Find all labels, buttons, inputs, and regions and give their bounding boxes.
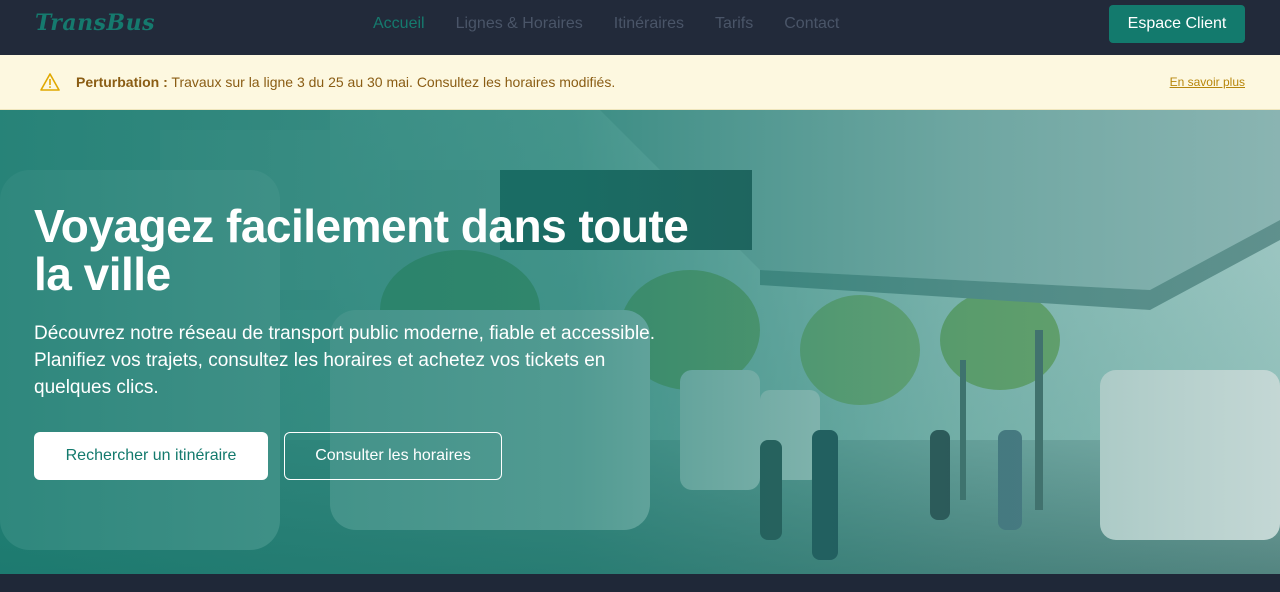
hero-section: Voyagez facilement dans toute la ville D… (0, 110, 1280, 574)
warning-icon (40, 73, 60, 91)
search-itinerary-button[interactable]: Rechercher un itinéraire (34, 432, 268, 480)
logo[interactable]: TransBus (35, 10, 155, 36)
hero-description: Découvrez notre réseau de transport publ… (34, 323, 656, 398)
espace-client-button[interactable]: Espace Client (1109, 5, 1245, 43)
learn-more-link[interactable]: En savoir plus (1170, 75, 1245, 89)
view-schedules-button[interactable]: Consulter les horaires (284, 432, 502, 480)
main-nav: Accueil Lignes & Horaires Itinéraires Ta… (373, 0, 870, 48)
nav-tarifs[interactable]: Tarifs (715, 15, 753, 33)
alert-message: Perturbation : Travaux sur la ligne 3 du… (76, 74, 615, 90)
hero-title: Voyagez facilement dans toute la ville (34, 200, 689, 300)
nav-accueil[interactable]: Accueil (373, 15, 425, 33)
nav-lignes-horaires[interactable]: Lignes & Horaires (456, 15, 583, 33)
alert-label: Perturbation : (76, 74, 168, 90)
disruption-alert: Perturbation : Travaux sur la ligne 3 du… (0, 55, 1280, 110)
nav-contact[interactable]: Contact (784, 15, 839, 33)
alert-body: Travaux sur la ligne 3 du 25 au 30 mai. … (167, 74, 616, 90)
nav-itineraires[interactable]: Itinéraires (614, 15, 684, 33)
footer-strip (0, 574, 1280, 592)
site-header: TransBus Accueil Lignes & Horaires Itiné… (0, 0, 1280, 55)
